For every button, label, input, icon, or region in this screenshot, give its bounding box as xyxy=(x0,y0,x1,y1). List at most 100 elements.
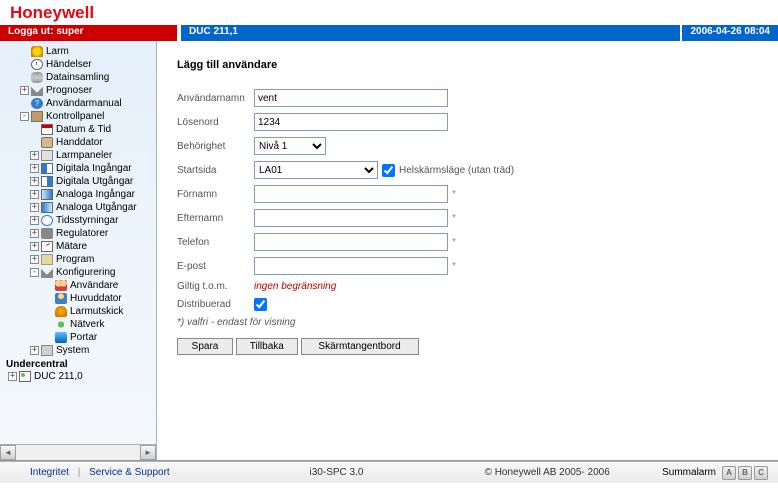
anout-icon xyxy=(41,202,53,213)
digout-icon xyxy=(41,176,53,187)
sidebar-item-portar[interactable]: Portar xyxy=(0,331,156,344)
users-icon xyxy=(55,280,67,291)
username-input[interactable] xyxy=(254,89,448,107)
sidebar-item-huvuddator[interactable]: Huvuddator xyxy=(0,292,156,305)
sidebar-item-digitala-ing-ngar[interactable]: + Digitala Ingångar xyxy=(0,162,156,175)
sidebar-item-duc[interactable]: + DUC 211,0 xyxy=(0,370,156,383)
footer: Integritet | Service & Support i30-SPC 3… xyxy=(0,461,778,483)
sidebar-item-datainsamling[interactable]: Datainsamling xyxy=(0,71,156,84)
summalarm-b[interactable]: B xyxy=(738,466,752,480)
expand-icon[interactable]: + xyxy=(30,203,39,212)
expand-icon[interactable]: + xyxy=(20,86,29,95)
expand-icon[interactable]: + xyxy=(30,229,39,238)
sidebar-item-konfigurering[interactable]: -Konfigurering xyxy=(0,266,156,279)
meter-icon xyxy=(41,241,53,252)
expand-icon[interactable]: + xyxy=(30,255,39,264)
sidebar-item-n-tverk[interactable]: Nätverk xyxy=(0,318,156,331)
sidebar-item-larmpaneler[interactable]: +Larmpaneler xyxy=(0,149,156,162)
sidebar-item-label: Mätare xyxy=(56,241,87,252)
footer-product: i30-SPC 3.0 xyxy=(241,467,433,478)
sidebar-item-system[interactable]: + System xyxy=(0,344,156,357)
collapse-icon[interactable]: - xyxy=(20,112,29,121)
sidebar-item-larm[interactable]: Larm xyxy=(0,45,156,58)
datetime: 2006-04-26 08:04 xyxy=(680,25,778,41)
sidebar-item-label: Larm xyxy=(46,46,69,57)
sidebar-item-label: Handdator xyxy=(56,137,103,148)
label-password: Lösenord xyxy=(177,117,254,128)
label-lastname: Efternamn xyxy=(177,213,254,224)
expand-icon[interactable]: + xyxy=(30,242,39,251)
sidebar-item-kontrollpanel[interactable]: -Kontrollpanel xyxy=(0,110,156,123)
sidebar-item-larmutskick[interactable]: Larmutskick xyxy=(0,305,156,318)
sidebar-item-handdator[interactable]: Handdator xyxy=(0,136,156,149)
optional-marker: * xyxy=(452,189,456,200)
sidebar-tree: LarmHändelserDatainsamling + Prognoser?Anv… xyxy=(0,41,157,460)
summalarm-c[interactable]: C xyxy=(754,466,768,480)
footer-support-link[interactable]: Service & Support xyxy=(89,467,170,478)
label-firstname: Förnamn xyxy=(177,189,254,200)
sidebar-item-label: Prognoser xyxy=(46,85,92,96)
collapse-icon[interactable]: - xyxy=(30,268,39,277)
sidebar-item-label: Tidsstyrningar xyxy=(56,215,118,226)
sidebar-item-analoga-ing-ngar[interactable]: +Analoga Ingångar xyxy=(0,188,156,201)
label-fullscreen: Helskärmsläge (utan träd) xyxy=(399,165,514,176)
sidebar-item-anv-ndare[interactable]: Användare xyxy=(0,279,156,292)
lastname-input[interactable] xyxy=(254,209,448,227)
summalarm-label: Summalarm xyxy=(662,467,716,478)
wrench-icon xyxy=(31,85,43,96)
startpage-select[interactable]: LA01 xyxy=(254,161,378,179)
sidebar-item-program[interactable]: +Program xyxy=(0,253,156,266)
sidebar-item-anv-ndarmanual[interactable]: ?Användarmanual xyxy=(0,97,156,110)
permission-select[interactable]: Nivå 1 xyxy=(254,137,326,155)
fullscreen-checkbox[interactable] xyxy=(382,164,395,177)
sidebar-item-analoga-utg-ngar[interactable]: +Analoga Utgångar xyxy=(0,201,156,214)
keyboard-button[interactable]: Skärmtangentbord xyxy=(301,338,419,355)
sidebar-item-label: Nätverk xyxy=(70,319,104,330)
expand-icon[interactable]: + xyxy=(30,151,39,160)
expand-icon[interactable]: + xyxy=(30,190,39,199)
sidebar-item-digitala-utg-ngar[interactable]: + Digitala Utgångar xyxy=(0,175,156,188)
sidebar-scrollbar[interactable]: ◄ ► xyxy=(0,444,156,460)
prog-icon xyxy=(41,254,53,265)
email-input[interactable] xyxy=(254,257,448,275)
sidebar-item-tidsstyrningar[interactable]: + Tidsstyrningar xyxy=(0,214,156,227)
distributed-checkbox[interactable] xyxy=(254,298,267,311)
expand-icon[interactable]: + xyxy=(30,177,39,186)
anin-icon xyxy=(41,189,53,200)
content-area: Lägg till användare Användarnamn Lösenor… xyxy=(157,41,778,460)
sidebar-item-m-tare[interactable]: + Mätare xyxy=(0,240,156,253)
footer-integrity-link[interactable]: Integritet xyxy=(30,467,69,478)
bell-icon xyxy=(31,46,43,57)
sidebar-item-regulatorer[interactable]: +Regulatorer xyxy=(0,227,156,240)
expand-icon[interactable]: + xyxy=(30,216,39,225)
firstname-input[interactable] xyxy=(254,185,448,203)
user-icon xyxy=(55,293,67,304)
sys-icon xyxy=(41,345,53,356)
sidebar-item-label: Digitala Utgångar xyxy=(56,176,133,187)
expand-icon[interactable]: + xyxy=(30,164,39,173)
logout-link[interactable]: Logga ut: super xyxy=(0,25,177,41)
label-startpage: Startsida xyxy=(177,165,254,176)
scroll-left-icon[interactable]: ◄ xyxy=(0,445,16,460)
sidebar-item-datum-tid[interactable]: Datum & Tid xyxy=(0,123,156,136)
scroll-right-icon[interactable]: ► xyxy=(140,445,156,460)
sidebar-item-h-ndelser[interactable]: Händelser xyxy=(0,58,156,71)
password-input[interactable] xyxy=(254,113,448,131)
sidebar-item-label: Datainsamling xyxy=(46,72,109,83)
phone-input[interactable] xyxy=(254,233,448,251)
box-icon xyxy=(31,111,43,122)
expand-icon[interactable]: + xyxy=(30,346,39,355)
back-button[interactable]: Tillbaka xyxy=(236,338,298,355)
expand-icon[interactable]: + xyxy=(8,372,17,381)
summalarm-a[interactable]: A xyxy=(722,466,736,480)
digin-icon xyxy=(41,163,53,174)
sidebar-item-label: Huvuddator xyxy=(70,293,122,304)
sidebar-item-label: Digitala Ingångar xyxy=(56,163,132,174)
cal-icon xyxy=(41,124,53,135)
optional-marker: * xyxy=(452,261,456,272)
save-button[interactable]: Spara xyxy=(177,338,233,355)
sidebar-item-prognoser[interactable]: + Prognoser xyxy=(0,84,156,97)
panel-icon xyxy=(41,150,53,161)
sidebar-item-label: System xyxy=(56,345,89,356)
time-icon xyxy=(41,215,53,226)
